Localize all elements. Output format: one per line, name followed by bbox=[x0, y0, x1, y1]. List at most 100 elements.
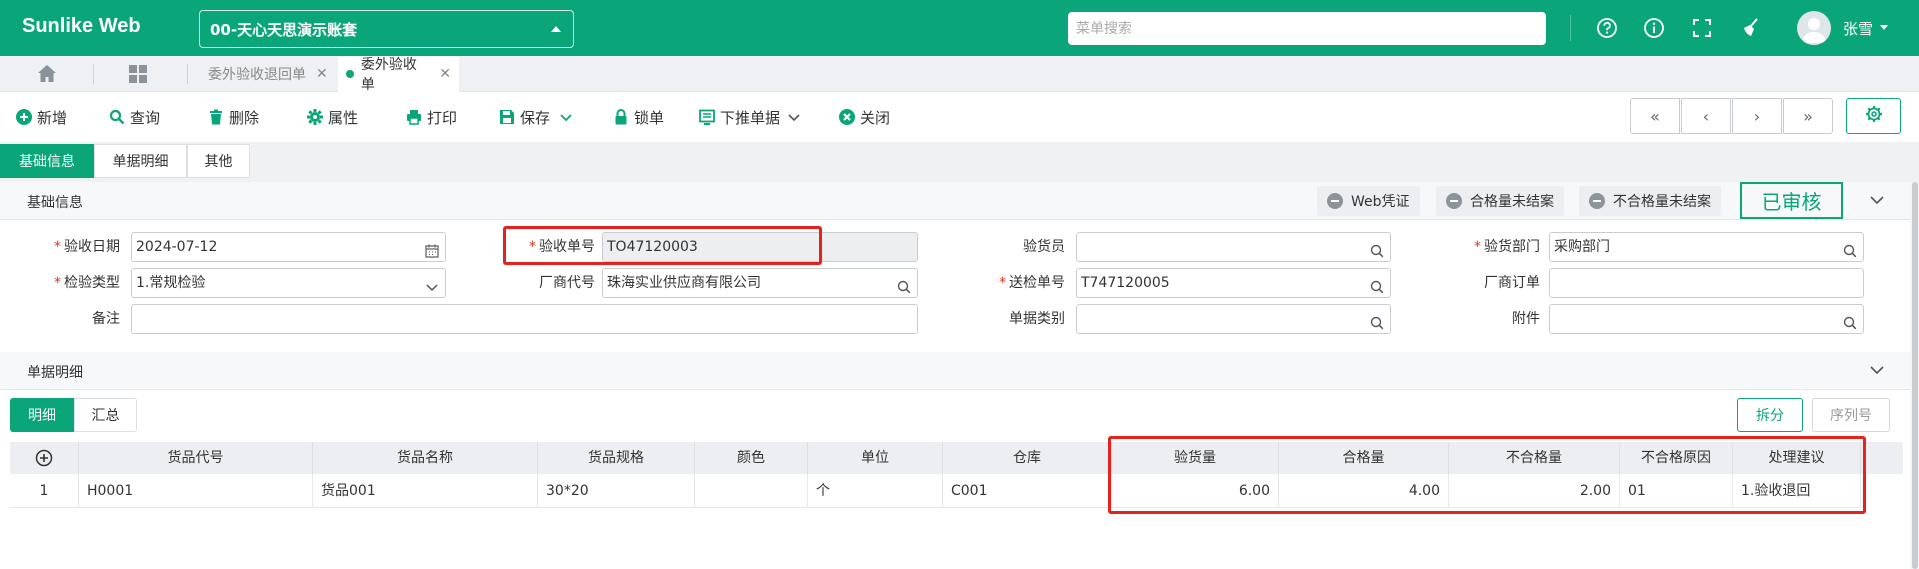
dept-field[interactable]: 采购部门 bbox=[1549, 232, 1864, 262]
type-select[interactable]: 1.常规检验 bbox=[131, 268, 446, 298]
tab-detail[interactable]: 明细 bbox=[10, 398, 74, 432]
close-button[interactable]: 关闭 bbox=[839, 106, 890, 128]
table-cell-unit[interactable]: 个 bbox=[808, 474, 943, 508]
chevron-down-icon[interactable] bbox=[788, 108, 800, 126]
tab-outsource-return[interactable]: 委外验收退回单 ✕ bbox=[200, 56, 338, 92]
attachment-label: 附件 bbox=[1512, 311, 1540, 327]
column-header[interactable]: 货品名称 bbox=[313, 442, 538, 474]
broom-icon[interactable] bbox=[1738, 15, 1764, 41]
split-button[interactable]: 拆分 bbox=[1737, 398, 1803, 432]
add-row-button[interactable] bbox=[10, 442, 79, 474]
search-icon[interactable] bbox=[1370, 276, 1384, 294]
tab-summary[interactable]: 汇总 bbox=[74, 398, 137, 432]
account-name: 00-天心天思演示账套 bbox=[210, 21, 358, 39]
table-cell-code[interactable]: H0001 bbox=[79, 474, 313, 508]
column-header[interactable]: 货品规格 bbox=[538, 442, 695, 474]
inspector-field[interactable] bbox=[1076, 232, 1391, 262]
table-cell-warehouse[interactable]: C001 bbox=[943, 474, 1112, 508]
status-badge: 已审核 bbox=[1740, 182, 1843, 219]
next-record-button[interactable]: › bbox=[1732, 98, 1782, 134]
delete-label: 删除 bbox=[229, 108, 260, 127]
column-header[interactable]: 颜色 bbox=[695, 442, 808, 474]
delete-button[interactable]: 删除 bbox=[208, 106, 259, 128]
serial-number-button[interactable]: 序列号 bbox=[1812, 398, 1890, 432]
chevron-down-icon[interactable] bbox=[1870, 363, 1884, 379]
remark-field[interactable] bbox=[131, 304, 918, 334]
first-record-button[interactable]: « bbox=[1630, 98, 1680, 134]
web-voucher-tag: Web凭证 bbox=[1317, 186, 1420, 216]
tab-outsource-acceptance[interactable]: 委外验收单 ✕ bbox=[338, 56, 459, 93]
qualified-open-tag: 合格量未结案 bbox=[1436, 186, 1564, 216]
tab-basic-info[interactable]: 基础信息 bbox=[0, 144, 94, 178]
info-icon[interactable] bbox=[1641, 15, 1667, 41]
home-icon[interactable] bbox=[30, 63, 64, 85]
tag-label: 不合格量未结案 bbox=[1613, 194, 1711, 210]
vendor-field[interactable]: 珠海实业供应商有限公司 bbox=[602, 268, 918, 298]
vendor-order-label: 厂商订单 bbox=[1484, 275, 1540, 291]
menu-search-input[interactable] bbox=[1068, 12, 1546, 45]
account-selector[interactable]: 00-天心天思演示账套 bbox=[199, 10, 574, 48]
tab-label: 委外验收退回单 bbox=[208, 67, 306, 83]
date-field[interactable]: 2024-07-12 bbox=[131, 232, 446, 262]
chevron-down-icon[interactable] bbox=[560, 108, 572, 126]
brand-logo: Sunlike Web bbox=[22, 15, 141, 37]
calendar-icon[interactable] bbox=[425, 240, 439, 258]
help-icon[interactable] bbox=[1594, 15, 1620, 41]
search-icon[interactable] bbox=[1843, 240, 1857, 258]
tab-document-detail[interactable]: 单据明细 bbox=[94, 144, 187, 178]
search-icon[interactable] bbox=[1843, 312, 1857, 330]
chevron-down-icon[interactable] bbox=[425, 276, 439, 292]
chevron-down-icon[interactable] bbox=[1870, 193, 1884, 209]
column-header[interactable]: 单位 bbox=[808, 442, 943, 474]
document-push-icon bbox=[699, 109, 715, 125]
scrollbar-thumb[interactable] bbox=[1912, 182, 1918, 569]
avatar[interactable] bbox=[1797, 11, 1831, 45]
settings-button[interactable] bbox=[1846, 98, 1901, 134]
dept-label: * 验货部门 bbox=[1474, 239, 1540, 255]
close-icon[interactable]: ✕ bbox=[316, 66, 328, 82]
table-cell-spec[interactable]: 30*20 bbox=[538, 474, 695, 508]
print-button[interactable]: 打印 bbox=[406, 106, 457, 128]
close-label: 关闭 bbox=[860, 108, 891, 127]
add-button[interactable]: 新增 bbox=[16, 106, 67, 128]
save-button[interactable]: 保存 bbox=[499, 106, 572, 128]
remark-label: 备注 bbox=[92, 311, 120, 327]
lock-button[interactable]: 锁单 bbox=[613, 106, 664, 128]
search-icon[interactable] bbox=[1370, 240, 1384, 258]
last-record-button[interactable]: » bbox=[1783, 98, 1833, 134]
unqualified-open-tag: 不合格量未结案 bbox=[1579, 186, 1721, 216]
attachment-field[interactable] bbox=[1549, 304, 1864, 334]
floppy-icon bbox=[499, 109, 515, 125]
user-name[interactable]: 张雪 bbox=[1843, 18, 1873, 39]
section-tab-strip bbox=[0, 142, 1919, 182]
printer-icon bbox=[406, 109, 422, 125]
vendor-order-field[interactable] bbox=[1549, 268, 1864, 298]
column-header[interactable]: 仓库 bbox=[943, 442, 1112, 474]
search-icon bbox=[109, 109, 125, 125]
tab-bar: 委外验收退回单 ✕ 委外验收单 ✕ bbox=[0, 56, 1919, 93]
lock-icon bbox=[613, 109, 629, 125]
detail-header[interactable]: 单据明细 bbox=[0, 352, 1910, 390]
properties-button[interactable]: 属性 bbox=[307, 106, 358, 128]
properties-label: 属性 bbox=[328, 108, 359, 127]
apps-grid-icon[interactable] bbox=[129, 65, 147, 83]
send-no-field[interactable]: T747120005 bbox=[1076, 268, 1391, 298]
column-header[interactable]: 货品代号 bbox=[79, 442, 313, 474]
push-document-button[interactable]: 下推单据 bbox=[699, 106, 800, 128]
close-icon[interactable]: ✕ bbox=[439, 66, 451, 82]
query-button[interactable]: 查询 bbox=[109, 106, 160, 128]
previous-record-button[interactable]: ‹ bbox=[1681, 98, 1731, 134]
table-cell-name[interactable]: 货品001 bbox=[313, 474, 538, 508]
tag-label: Web凭证 bbox=[1351, 194, 1410, 210]
caret-down-icon[interactable] bbox=[1880, 25, 1888, 30]
tab-other[interactable]: 其他 bbox=[187, 144, 250, 178]
divider bbox=[187, 64, 188, 84]
doc-type-field[interactable] bbox=[1076, 304, 1391, 334]
search-icon[interactable] bbox=[897, 276, 911, 294]
trash-icon bbox=[208, 109, 224, 125]
fullscreen-icon[interactable] bbox=[1689, 15, 1715, 41]
table-cell-color[interactable] bbox=[695, 474, 808, 508]
section-title: 单据明细 bbox=[27, 365, 83, 381]
minus-circle-icon bbox=[1327, 193, 1343, 209]
search-icon[interactable] bbox=[1370, 312, 1384, 330]
